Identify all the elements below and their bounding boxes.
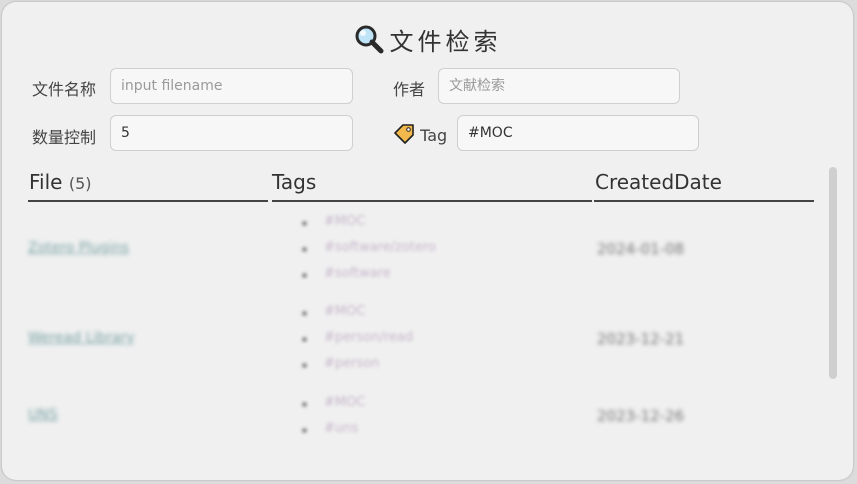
tag-icon: [393, 124, 420, 145]
tag-item[interactable]: #MOC: [302, 304, 365, 319]
count-label: 数量控制: [32, 128, 97, 147]
header-underline: [28, 200, 268, 202]
tag-item[interactable]: #uns: [302, 421, 358, 436]
column-header-file[interactable]: File (5): [29, 170, 92, 194]
created-date: 2023-12-21: [597, 330, 685, 348]
file-search-panel: 文件检索 文件名称 作者 数量控制 Tag File (5) Tags Crea…: [2, 2, 853, 480]
tag-label-text: Tag: [420, 126, 448, 145]
column-header-tags[interactable]: Tags: [272, 170, 316, 194]
tag-label: Tag: [393, 124, 447, 145]
count-input[interactable]: [110, 115, 353, 151]
created-date: 2023-12-26: [597, 407, 685, 425]
tag-item[interactable]: #person/read: [302, 330, 413, 345]
filename-label: 文件名称: [32, 80, 97, 99]
file-link[interactable]: Weread Library: [28, 330, 135, 346]
column-header-created[interactable]: CreatedDate: [595, 170, 722, 194]
tag-item[interactable]: #MOC: [302, 395, 365, 410]
header-underline: [594, 200, 814, 202]
tag-item[interactable]: #person: [302, 356, 379, 371]
author-label: 作者: [393, 80, 426, 99]
scrollbar-thumb[interactable]: [829, 167, 837, 379]
file-link[interactable]: UNS: [28, 407, 58, 423]
tag-item[interactable]: #software/zotero: [302, 240, 436, 255]
filename-input[interactable]: [110, 68, 353, 104]
created-date: 2024-01-08: [597, 240, 685, 258]
tag-item[interactable]: #MOC: [302, 214, 365, 229]
file-link[interactable]: Zotero Plugins: [28, 240, 129, 256]
file-count: (5): [68, 174, 92, 193]
magnifier-icon: [354, 24, 384, 60]
page-title: 文件检索: [2, 22, 853, 60]
author-input[interactable]: [438, 68, 680, 104]
title-text: 文件检索: [389, 28, 502, 56]
header-underline: [272, 200, 592, 202]
file-header-text: File: [29, 170, 63, 194]
tag-input[interactable]: [457, 115, 699, 151]
tag-item[interactable]: #software: [302, 266, 391, 281]
